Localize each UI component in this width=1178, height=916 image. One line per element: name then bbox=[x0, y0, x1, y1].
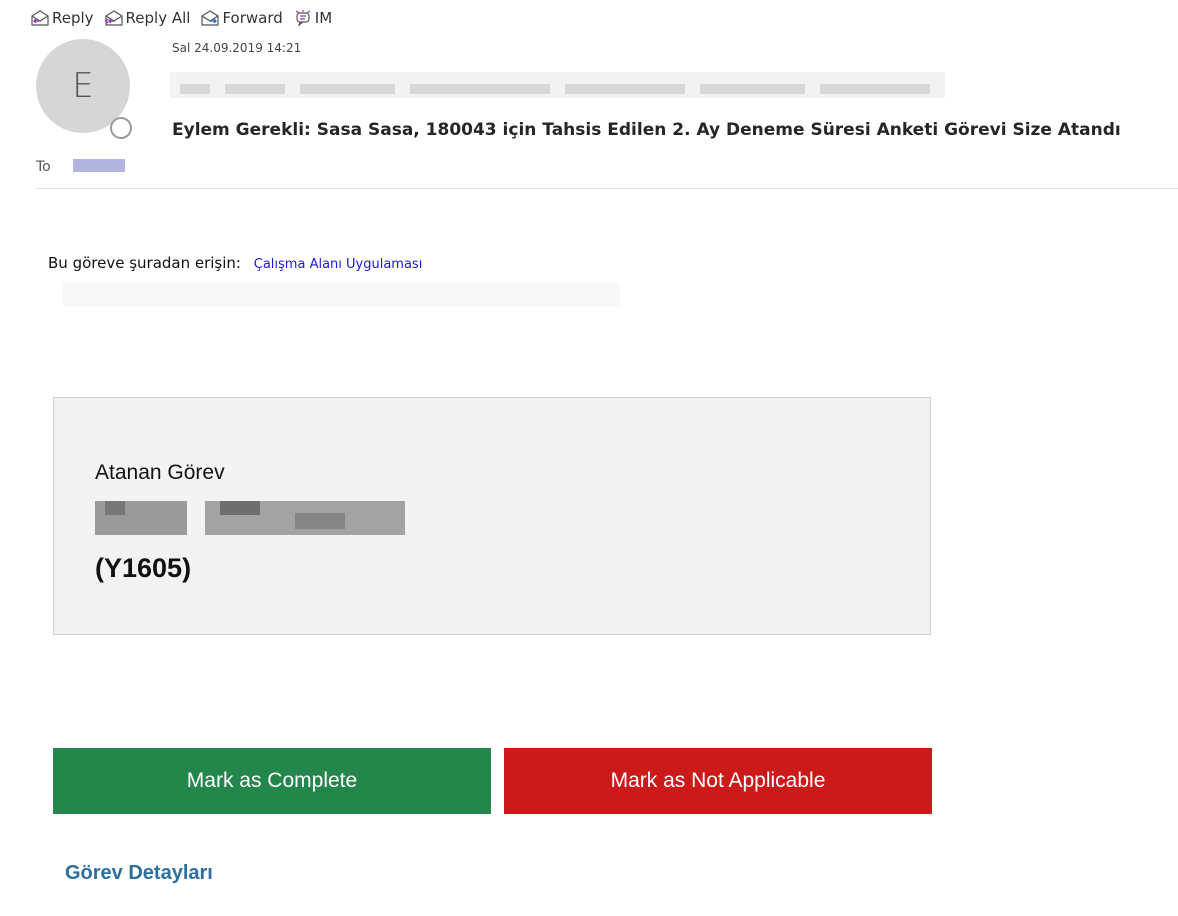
mark-not-applicable-label: Mark as Not Applicable bbox=[610, 769, 826, 792]
im-label: IM bbox=[314, 9, 333, 27]
reply-all-label: Reply All bbox=[125, 9, 191, 27]
workspace-app-link[interactable]: Çalışma Alanı Uygulaması bbox=[254, 257, 423, 272]
assignee-code: (Y1605) bbox=[95, 553, 192, 583]
reply-icon bbox=[31, 10, 49, 26]
message-subject: Eylem Gerekli: Sasa Sasa, 180043 için Ta… bbox=[172, 120, 1121, 140]
mark-complete-button[interactable]: Mark as Complete bbox=[53, 748, 491, 814]
message-date: Sal 24.09.2019 14:21 bbox=[172, 41, 302, 55]
message-toolbar: Reply Reply All Forward IM bbox=[30, 7, 332, 29]
to-label: To bbox=[36, 159, 51, 175]
reply-all-icon bbox=[104, 10, 123, 26]
assignee-name-redacted bbox=[95, 497, 405, 539]
reply-all-button[interactable]: Reply All bbox=[104, 9, 191, 27]
avatar-initial: E bbox=[72, 66, 94, 106]
forward-button[interactable]: Forward bbox=[200, 9, 283, 27]
forward-label: Forward bbox=[222, 9, 283, 27]
header-divider bbox=[36, 188, 1178, 189]
reply-label: Reply bbox=[52, 9, 94, 27]
mark-not-applicable-button[interactable]: Mark as Not Applicable bbox=[504, 748, 932, 814]
assigned-task-title: Atanan Görev bbox=[95, 461, 225, 484]
mark-complete-label: Mark as Complete bbox=[186, 769, 358, 792]
im-button[interactable]: IM bbox=[293, 9, 332, 27]
presence-status-icon bbox=[110, 117, 132, 139]
reply-button[interactable]: Reply bbox=[30, 9, 94, 27]
im-icon bbox=[295, 10, 311, 27]
access-text: Bu göreve şuradan erişin: bbox=[48, 254, 241, 272]
recipient-redacted[interactable] bbox=[73, 159, 125, 172]
forward-icon bbox=[201, 10, 220, 26]
access-line: Bu göreve şuradan erişin: Çalışma Alanı … bbox=[48, 254, 422, 272]
faint-placeholder bbox=[63, 283, 620, 307]
task-details-link[interactable]: Görev Detayları bbox=[65, 862, 213, 885]
sender-redacted bbox=[170, 72, 945, 98]
